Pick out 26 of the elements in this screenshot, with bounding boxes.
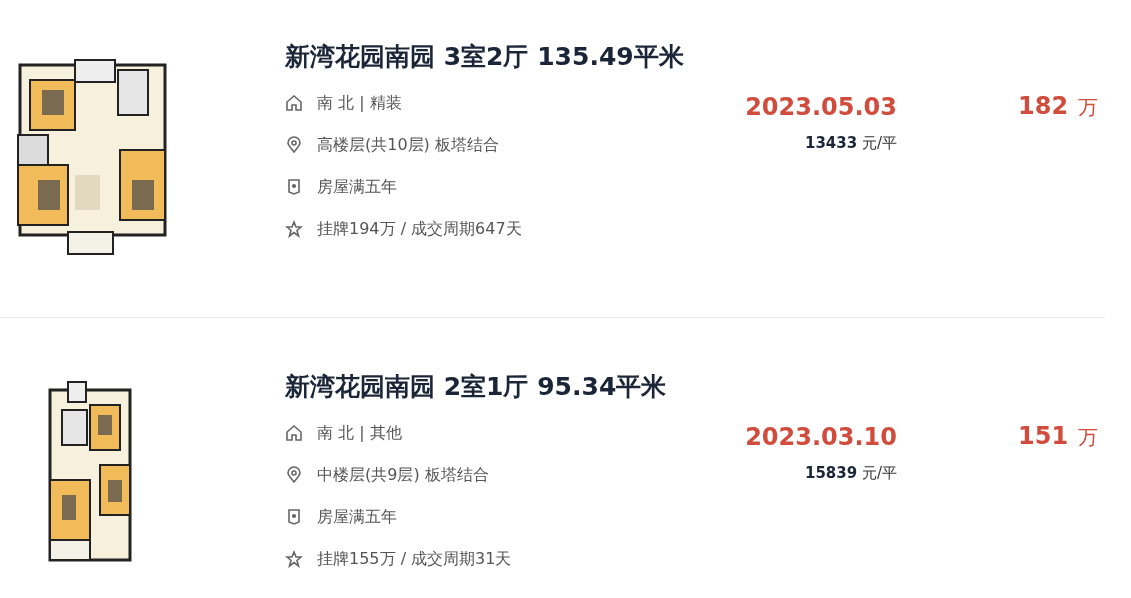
location-pin-icon [285,136,303,154]
info-text: 挂牌194万 / 成交周期647天 [317,218,522,240]
total-price: 182 [1018,92,1069,120]
shield-icon [285,178,303,196]
info-text: 南 北 | 其他 [317,422,402,444]
unit-price: 13433 元/平 [804,134,897,153]
listing-title[interactable]: 新湾花园南园 2室1厅 95.34平米 [285,370,740,404]
info-text: 房屋满五年 [317,176,397,198]
star-icon [285,550,303,568]
info-text: 南 北 | 精装 [317,92,402,114]
info-text: 中楼层(共9层) 板塔结合 [317,464,489,486]
deal-date: 2023.03.10 [745,422,897,452]
shield-icon [285,508,303,526]
price-unit: 万 [1078,94,1099,121]
location-pin-icon [285,466,303,484]
price-unit: 万 [1078,424,1099,451]
home-icon [285,424,303,442]
listing-title[interactable]: 新湾花园南园 3室2厅 135.49平米 [285,40,740,74]
total-price: 151 [1018,422,1069,450]
info-text: 高楼层(共10层) 板塔结合 [317,134,499,156]
home-icon [285,94,303,112]
unit-price: 15839 元/平 [804,464,897,483]
info-text: 挂牌155万 / 成交周期31天 [317,548,512,570]
info-text: 房屋满五年 [317,506,397,528]
deal-date: 2023.05.03 [745,92,897,122]
star-icon [285,220,303,238]
